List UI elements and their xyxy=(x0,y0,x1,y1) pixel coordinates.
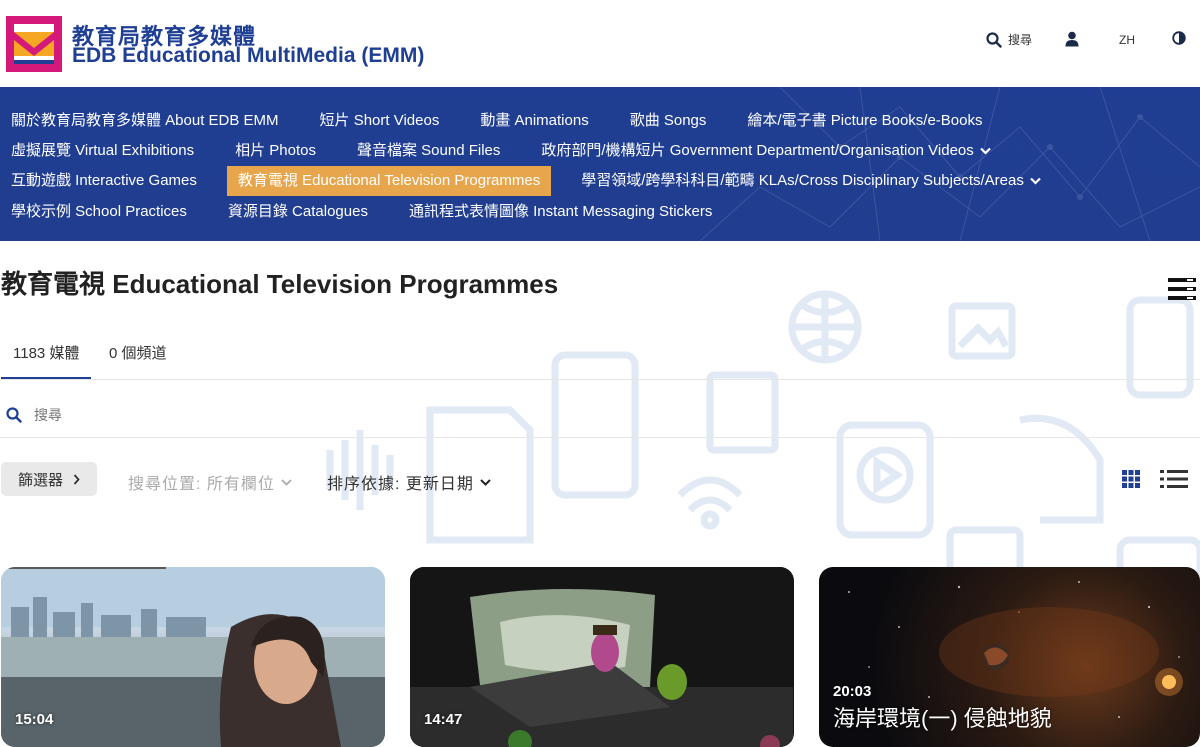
contrast-icon xyxy=(1172,31,1186,45)
nav-row-1: 關於教育局教育多媒體 About EDB EMM 短片 Short Videos… xyxy=(0,106,993,136)
chevron-down-icon xyxy=(980,147,991,155)
header-search-button[interactable]: 搜尋 xyxy=(986,31,1032,48)
nav-row-2: 虛擬展覽 Virtual Exhibitions 相片 Photos 聲音檔案 … xyxy=(0,136,1002,166)
media-card[interactable]: 15:04 xyxy=(1,567,385,747)
filter-button[interactable]: 篩選器 xyxy=(1,462,97,496)
collapse-menu-icon[interactable] xyxy=(1168,278,1196,300)
nav-item-stickers[interactable]: 通訊程式表情圖像 Instant Messaging Stickers xyxy=(379,197,723,227)
video-thumbnail xyxy=(410,567,793,747)
search-icon xyxy=(986,31,1002,48)
video-duration: 20:03 xyxy=(833,683,872,700)
nav-item-government-videos-label: 政府部門/機構短片 Government Department/Organisa… xyxy=(541,142,974,159)
nav-row-4: 學校示例 School Practices 資源目錄 Catalogues 通訊… xyxy=(0,197,723,227)
header-search-label: 搜尋 xyxy=(1008,33,1033,47)
search-input[interactable] xyxy=(34,404,634,426)
chevron-right-icon xyxy=(73,473,80,485)
search-icon xyxy=(6,407,22,423)
emm-logo-icon[interactable] xyxy=(6,16,62,72)
video-title: 海岸環境(一) 侵蝕地貌 xyxy=(833,706,1052,731)
page-title: 教育電視 Educational Television Programmes xyxy=(1,269,559,299)
user-icon xyxy=(1065,31,1079,47)
main-navigation: 關於教育局教育多媒體 About EDB EMM 短片 Short Videos… xyxy=(0,87,1200,241)
chevron-down-icon xyxy=(281,478,292,486)
nav-item-animations[interactable]: 動畫 Animations xyxy=(450,106,599,136)
contrast-toggle[interactable] xyxy=(1172,31,1186,50)
user-account-button[interactable] xyxy=(1065,31,1079,52)
nav-item-school-practices[interactable]: 學校示例 School Practices xyxy=(0,197,198,227)
media-tabs: 1183 媒體 0 個頻道 xyxy=(0,336,1200,380)
nav-row-3: 互動遊戲 Interactive Games 教育電視 Educational … xyxy=(0,166,1052,196)
nav-item-interactive-games[interactable]: 互動遊戲 Interactive Games xyxy=(0,166,208,196)
chevron-down-icon xyxy=(1030,177,1041,185)
nav-item-government-videos[interactable]: 政府部門/機構短片 Government Department/Organisa… xyxy=(511,136,1001,166)
filter-button-label: 篩選器 xyxy=(17,471,63,489)
list-view-icon[interactable] xyxy=(1160,469,1188,489)
tab-channels[interactable]: 0 個頻道 xyxy=(97,336,179,379)
chevron-down-icon xyxy=(480,478,491,486)
nav-item-catalogues[interactable]: 資源目錄 Catalogues xyxy=(198,197,379,227)
language-toggle[interactable]: ZH xyxy=(1119,33,1135,47)
tab-media[interactable]: 1183 媒體 xyxy=(1,336,92,379)
video-duration: 15:04 xyxy=(15,711,54,728)
sort-by-dropdown[interactable]: 排序依據: 更新日期 xyxy=(327,470,491,494)
logo-title-en[interactable]: EDB Educational MultiMedia (EMM) xyxy=(72,44,424,68)
search-location-label: 搜尋位置: 所有欄位 xyxy=(128,476,275,493)
video-duration: 14:47 xyxy=(424,711,463,728)
nav-item-virtual-exhibitions[interactable]: 虛擬展覽 Virtual Exhibitions xyxy=(0,136,205,166)
nav-item-songs[interactable]: 歌曲 Songs xyxy=(600,106,718,136)
nav-item-photos[interactable]: 相片 Photos xyxy=(205,136,327,166)
sort-by-label: 排序依據: 更新日期 xyxy=(327,476,474,493)
nav-item-short-videos[interactable]: 短片 Short Videos xyxy=(290,106,451,136)
nav-item-sound-files[interactable]: 聲音檔案 Sound Files xyxy=(327,136,511,166)
nav-item-etv-active[interactable]: 教育電視 Educational Television Programmes xyxy=(226,166,552,196)
site-header: 教育局教育多媒體 EDB Educational MultiMedia (EMM… xyxy=(0,0,1200,87)
search-location-dropdown[interactable]: 搜尋位置: 所有欄位 xyxy=(128,470,292,494)
nav-item-about[interactable]: 關於教育局教育多媒體 About EDB EMM xyxy=(0,106,290,136)
nav-item-klas-label: 學習領域/跨學科科目/範疇 KLAs/Cross Disciplinary Su… xyxy=(581,172,1024,189)
video-thumbnail xyxy=(1,567,385,747)
search-bar xyxy=(0,398,1200,438)
media-card[interactable]: 14:47 xyxy=(410,567,794,747)
media-card[interactable]: 20:03 海岸環境(一) 侵蝕地貌 xyxy=(819,567,1200,747)
grid-view-icon[interactable] xyxy=(1122,470,1140,488)
nav-item-picture-books[interactable]: 繪本/電子書 Picture Books/e-Books xyxy=(717,106,993,136)
nav-item-klas[interactable]: 學習領域/跨學科科目/範疇 KLAs/Cross Disciplinary Su… xyxy=(551,166,1052,196)
